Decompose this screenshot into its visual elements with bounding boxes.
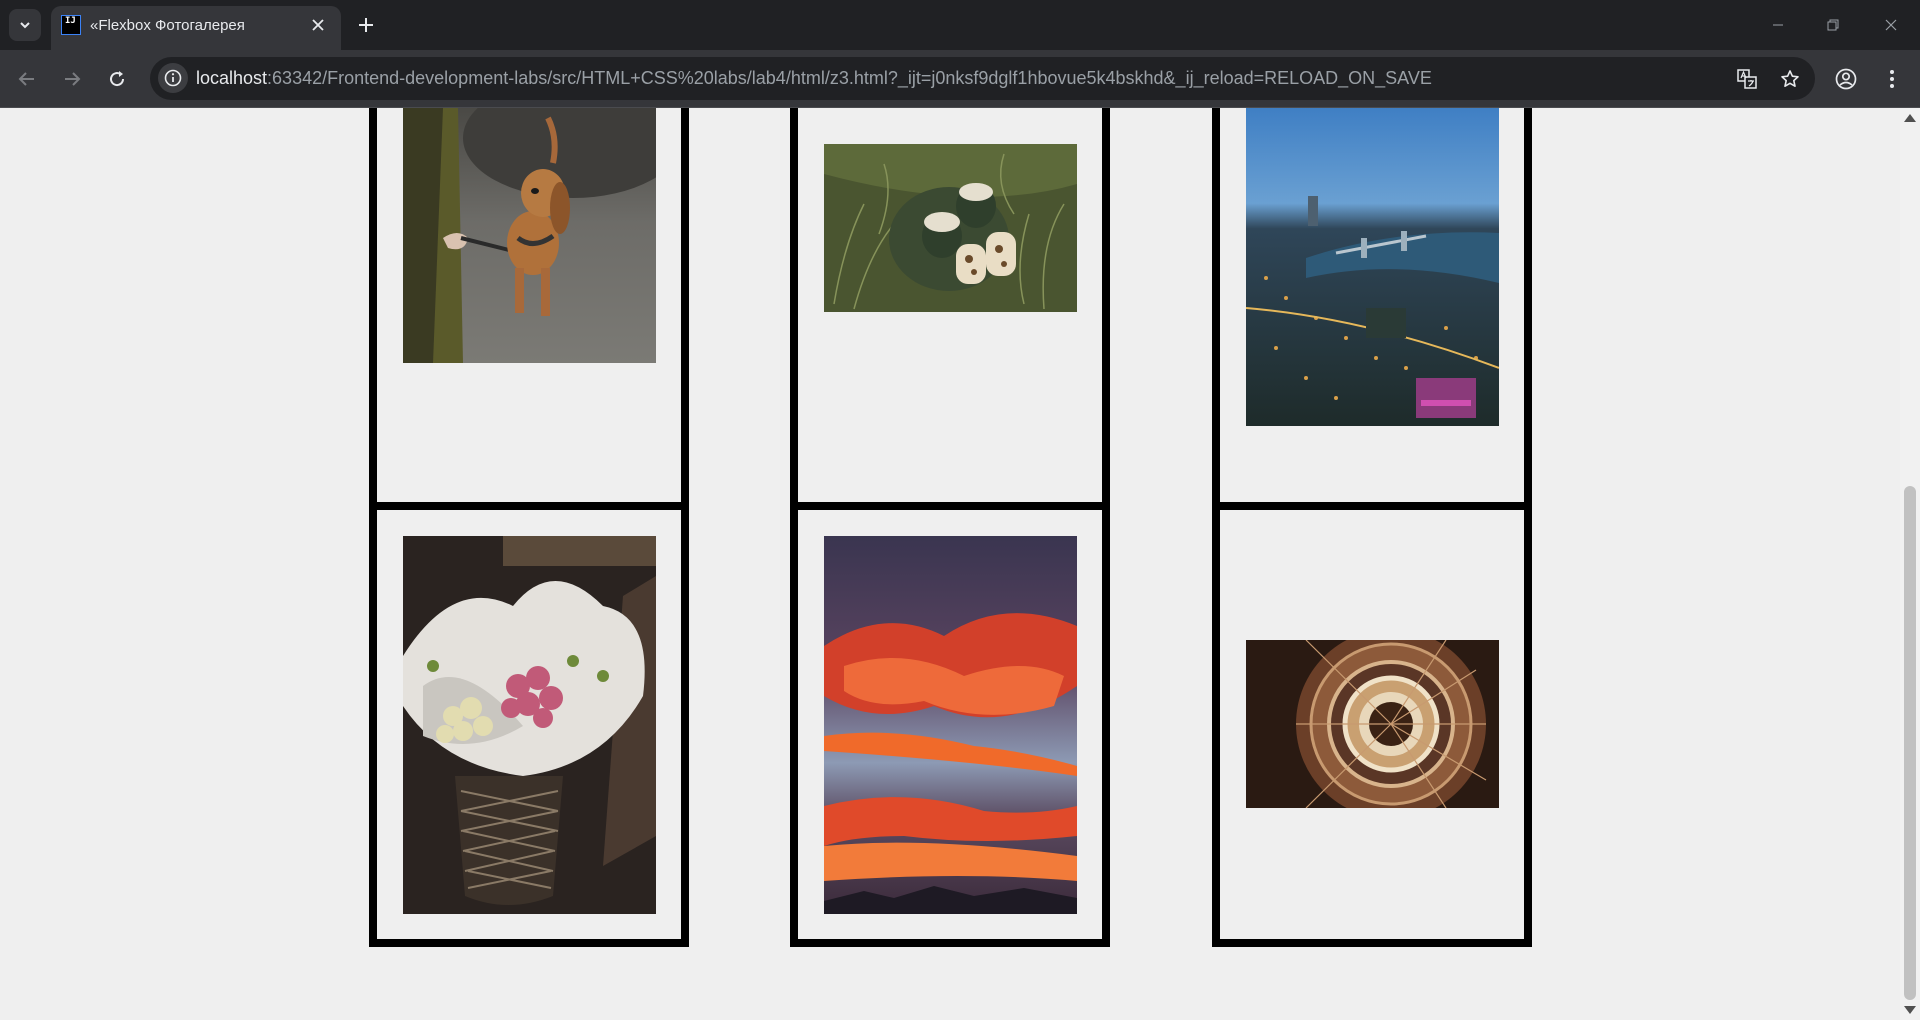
tab-close-button[interactable] xyxy=(307,14,329,36)
back-arrow-icon xyxy=(18,72,34,86)
site-info-icon xyxy=(164,69,182,87)
browser-tab-active[interactable]: IJ «Flexbox Фотогалерея xyxy=(51,6,341,50)
forward-button[interactable] xyxy=(57,64,87,94)
reload-icon xyxy=(110,71,125,87)
dog-photo xyxy=(403,108,656,363)
plus-icon xyxy=(359,18,373,32)
close-window-button[interactable] xyxy=(1868,10,1914,40)
site-info-button[interactable] xyxy=(158,63,188,93)
roses-bouquet-photo xyxy=(403,536,656,914)
gallery-card-3 xyxy=(1212,108,1532,545)
jetbrains-favicon-icon: IJ xyxy=(61,15,81,35)
scroll-up-arrow-icon[interactable] xyxy=(1904,114,1916,122)
gallery-card-2 xyxy=(790,108,1110,545)
gallery-card-6 xyxy=(1212,502,1532,947)
page-scrollbar[interactable] xyxy=(1900,108,1920,1020)
kebab-menu-icon xyxy=(1890,70,1894,88)
gallery-card-4 xyxy=(369,502,689,947)
restore-button[interactable] xyxy=(1810,10,1856,40)
gallery-card-1 xyxy=(369,108,689,545)
picnic-mugs-photo xyxy=(824,144,1077,312)
minimize-button[interactable] xyxy=(1755,10,1801,40)
city-night-photo xyxy=(1246,108,1499,426)
scroll-down-arrow-icon[interactable] xyxy=(1904,1006,1916,1014)
close-icon xyxy=(1885,19,1897,31)
back-button[interactable] xyxy=(12,64,42,94)
new-tab-button[interactable] xyxy=(352,11,380,39)
url-host: localhost xyxy=(196,68,268,88)
translate-icon xyxy=(1737,69,1757,89)
profile-icon xyxy=(1835,68,1857,90)
minimize-icon xyxy=(1773,24,1783,26)
address-bar[interactable]: localhost:63342/Frontend-development-lab… xyxy=(150,57,1815,100)
sunset-clouds-photo xyxy=(824,536,1077,914)
url-path: :63342/Frontend-development-labs/src/HTM… xyxy=(267,68,1432,88)
scrollbar-thumb[interactable] xyxy=(1904,486,1916,1000)
restore-icon xyxy=(1827,19,1839,31)
url-text[interactable]: localhost:63342/Frontend-development-lab… xyxy=(196,68,1432,89)
chevron-down-icon xyxy=(20,22,30,29)
browser-title-bar: IJ «Flexbox Фотогалерея xyxy=(0,0,1920,50)
close-icon xyxy=(312,19,324,31)
translate-button[interactable] xyxy=(1733,65,1761,93)
page-viewport xyxy=(0,108,1900,1020)
profile-button[interactable] xyxy=(1831,64,1861,94)
reload-button[interactable] xyxy=(102,64,132,94)
browser-menu-button[interactable] xyxy=(1877,64,1907,94)
tab-title: «Flexbox Фотогалерея xyxy=(90,17,245,34)
browser-toolbar: localhost:63342/Frontend-development-lab… xyxy=(0,50,1920,108)
star-icon xyxy=(1781,70,1799,87)
spiral-staircase-photo xyxy=(1246,640,1499,808)
tab-search-button[interactable] xyxy=(9,9,41,41)
forward-arrow-icon xyxy=(65,72,81,86)
gallery-card-5 xyxy=(790,502,1110,947)
bookmark-button[interactable] xyxy=(1776,65,1804,93)
